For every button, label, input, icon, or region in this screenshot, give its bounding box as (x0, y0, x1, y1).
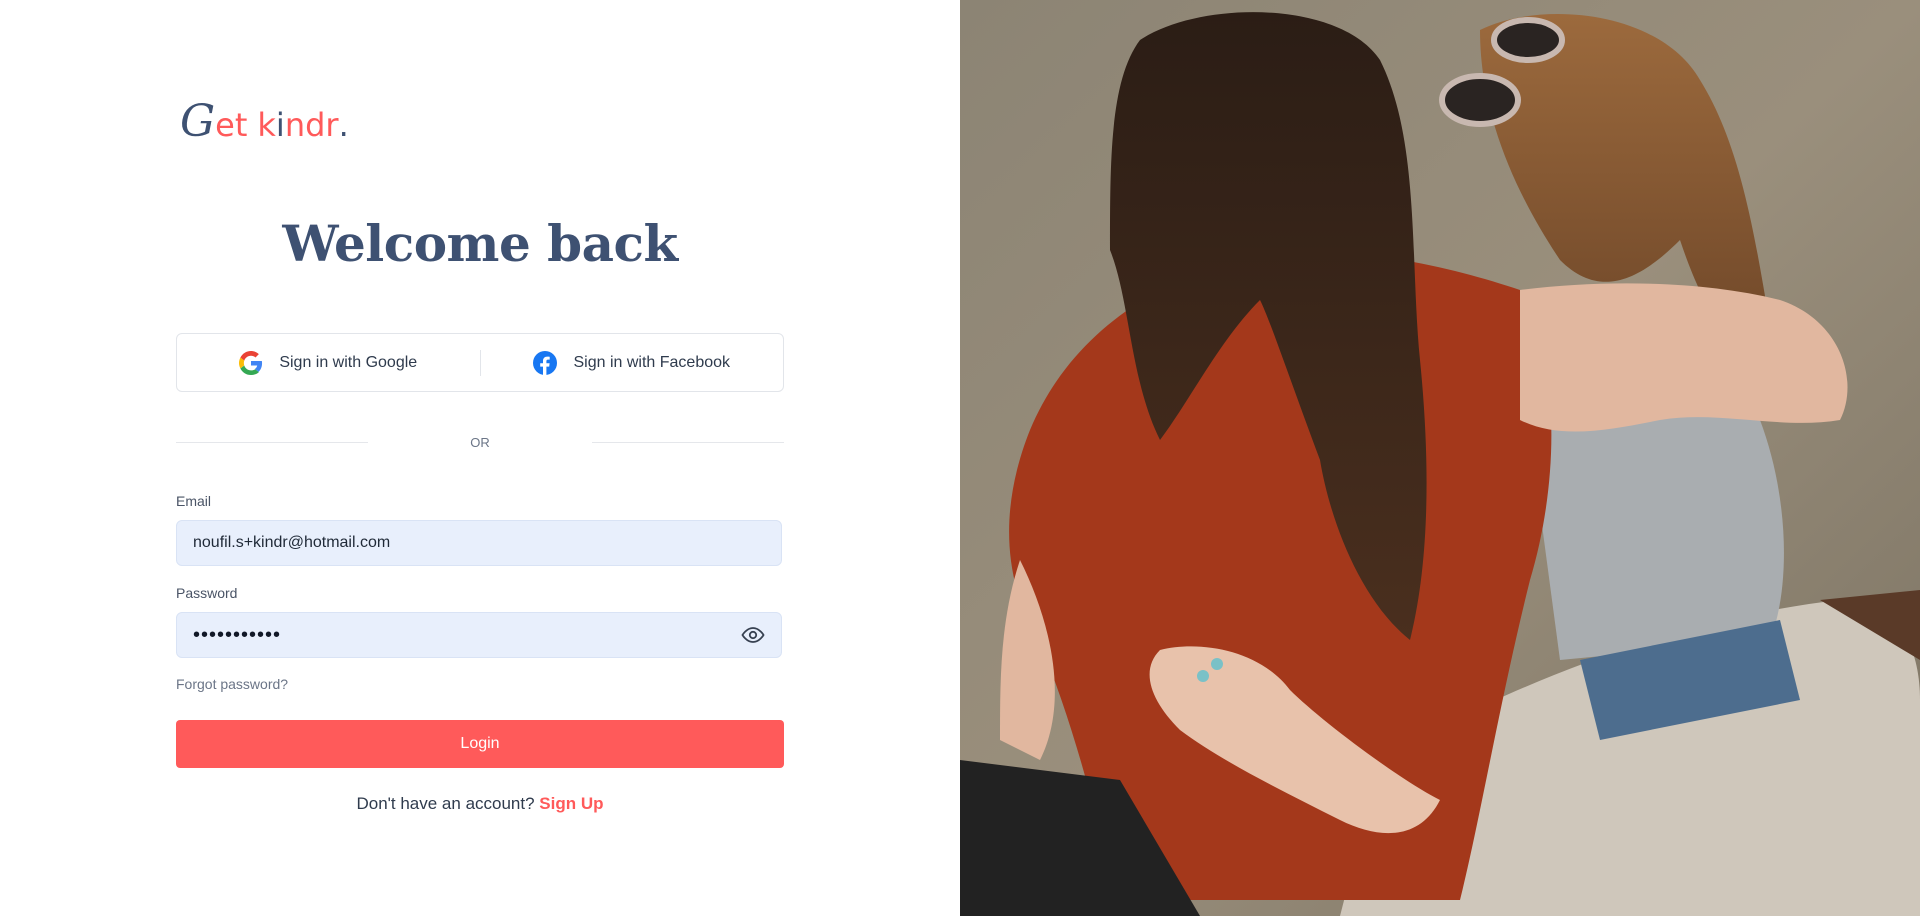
logo-letter-i: i (275, 106, 285, 144)
login-panel: G et k i ndr . Welcome back Sign in with… (0, 0, 960, 916)
google-signin-button[interactable]: Sign in with Google (177, 334, 480, 391)
facebook-icon (533, 350, 558, 375)
google-signin-label: Sign in with Google (279, 353, 418, 371)
email-field[interactable]: noufil.s+kindr@hotmail.com (176, 520, 782, 566)
or-line-right (592, 441, 784, 443)
facebook-signin-label: Sign in with Facebook (573, 353, 731, 371)
google-icon (239, 350, 263, 375)
email-label: Email (176, 493, 212, 509)
forgot-password-link[interactable]: Forgot password? (176, 676, 288, 692)
signup-link[interactable]: Sign Up (539, 794, 603, 813)
logo-letters-et: et (215, 106, 248, 144)
facebook-signin-button[interactable]: Sign in with Facebook (481, 334, 784, 391)
login-button[interactable]: Login (176, 720, 784, 768)
or-line-left (176, 441, 368, 443)
or-divider: OR (176, 430, 784, 454)
logo-letter-k: k (257, 106, 276, 144)
hero-photo-illustration (960, 0, 1920, 916)
email-value: noufil.s+kindr@hotmail.com (193, 534, 391, 551)
login-page: G et k i ndr . Welcome back Sign in with… (0, 0, 1920, 916)
password-value: ••••••••••• (193, 623, 282, 646)
logo-letters-ndr: ndr (284, 106, 339, 144)
password-label: Password (176, 585, 238, 601)
password-field[interactable]: ••••••••••• (176, 612, 782, 658)
signup-row: Don't have an account? Sign Up (176, 794, 784, 814)
social-login-group: Sign in with Google Sign in with Faceboo… (176, 333, 784, 392)
page-title: Welcome back (282, 214, 678, 273)
hero-photo (960, 0, 1920, 916)
brand-logo: G et k i ndr . (180, 96, 349, 147)
or-text: OR (470, 434, 490, 450)
signup-prompt: Don't have an account? (356, 794, 535, 813)
eye-icon[interactable] (741, 623, 765, 647)
logo-letter-g: G (180, 96, 216, 147)
logo-dot: . (338, 106, 349, 144)
